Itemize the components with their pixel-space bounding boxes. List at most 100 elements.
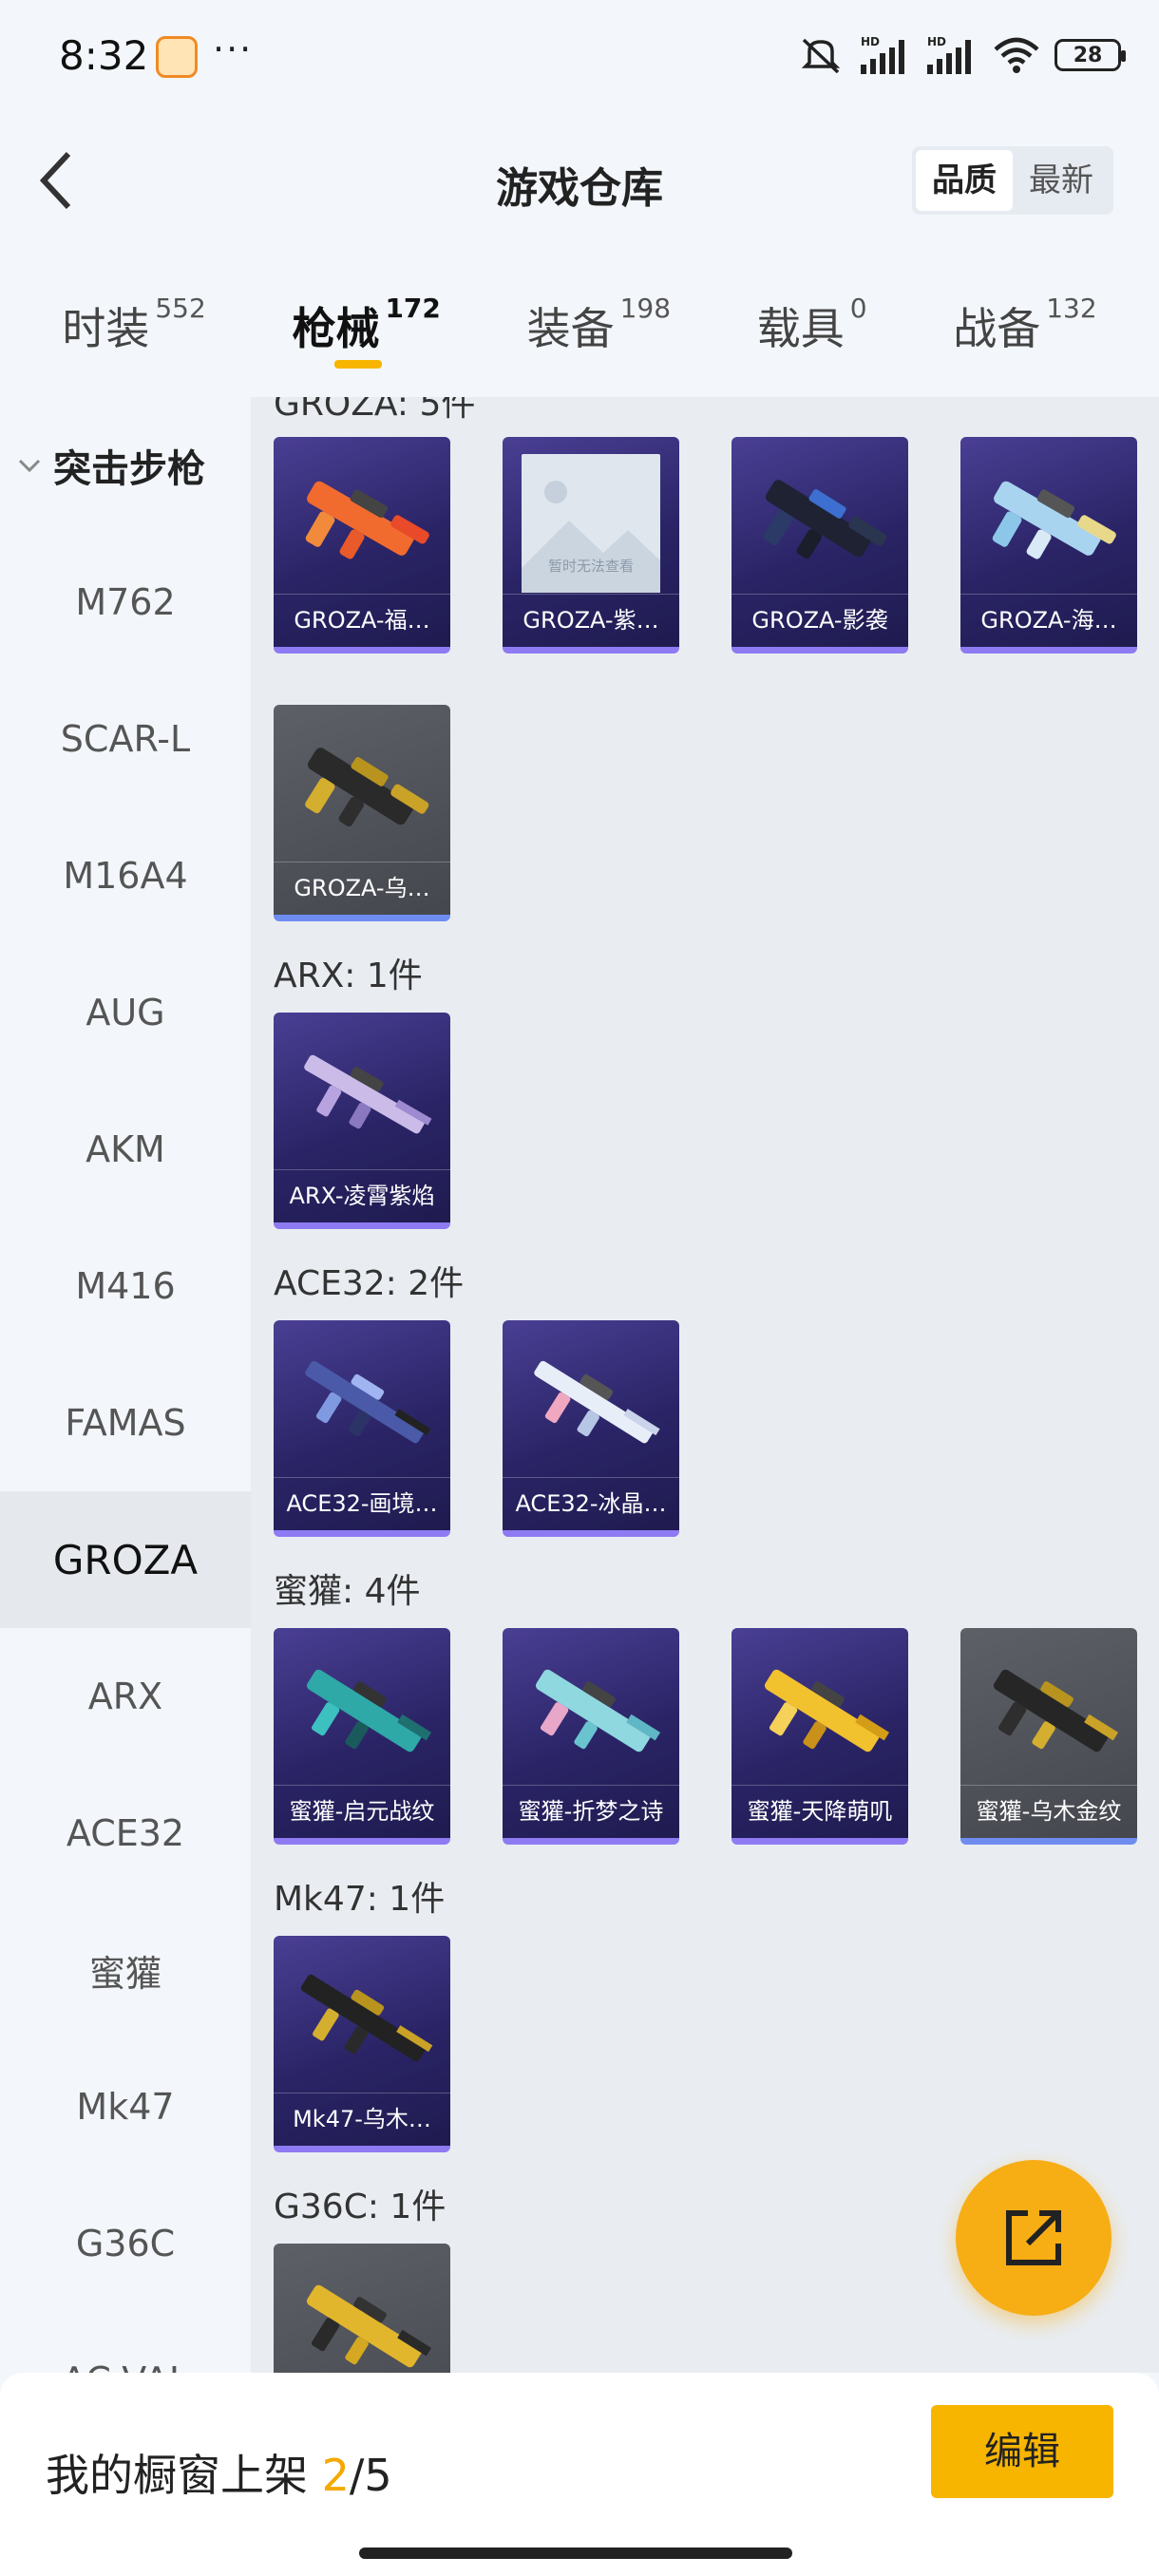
tab-label: 时装 — [62, 303, 150, 354]
group-title: ARX: 1件 — [274, 957, 423, 995]
sidebar-item-m762[interactable]: M762 — [0, 534, 251, 671]
sidebar-item-scar-l[interactable]: SCAR-L — [0, 671, 251, 807]
weapon-image — [306, 1669, 432, 1752]
tab-count: 552 — [155, 293, 206, 324]
item-card[interactable] — [274, 2244, 450, 2373]
item-name: GROZA-福… — [274, 594, 450, 647]
weapon-image — [535, 1669, 661, 1752]
sidebar-category-assault-rifle[interactable]: 突击步枪 — [0, 397, 251, 534]
sidebar-item-ac-val[interactable]: AC-VAL — [0, 2312, 251, 2373]
item-card[interactable]: 蜜獾-折梦之诗 — [503, 1628, 679, 1845]
category-tabs: 时装 552 枪械 172 装备 198 载具 0 战备 132 — [0, 266, 1159, 389]
tab-supplies[interactable]: 战备 132 — [953, 266, 1096, 389]
item-card[interactable]: GROZA-福… — [274, 437, 450, 653]
item-name: 蜜獾-乌木金纹 — [960, 1785, 1137, 1838]
sidebar-item-m416[interactable]: M416 — [0, 1218, 251, 1354]
sidebar-item-arx[interactable]: ARX — [0, 1628, 251, 1765]
tab-count: 0 — [849, 293, 867, 324]
wifi-icon — [994, 37, 1039, 73]
tab-fashion[interactable]: 时装 552 — [62, 266, 205, 389]
weapon-image — [304, 1054, 432, 1134]
sidebar-item-g36c[interactable]: G36C — [0, 2175, 251, 2312]
sidebar-item-mk47[interactable]: Mk47 — [0, 2038, 251, 2175]
header: 游戏仓库 品质 最新 — [0, 114, 1159, 247]
item-card[interactable]: Mk47-乌木… — [274, 1936, 450, 2152]
edit-button[interactable]: 编辑 — [931, 2405, 1113, 2498]
bottom-bar: 我的橱窗上架 2/5 编辑 — [0, 2373, 1159, 2576]
weapon-image — [305, 748, 429, 827]
tab-label: 装备 — [526, 303, 615, 354]
svg-text:HD: HD — [861, 35, 880, 48]
group-title: G36C: 1件 — [274, 2188, 446, 2226]
home-indicator[interactable] — [359, 2548, 792, 2559]
showcase-total-count: 5 — [364, 2450, 392, 2501]
item-card[interactable]: 蜜獾-天降萌叽 — [732, 1628, 908, 1845]
item-name: GROZA-乌… — [274, 862, 450, 915]
item-name: GROZA-紫… — [503, 594, 679, 647]
sort-toggle: 品质 最新 — [912, 146, 1113, 215]
signal-hd-icon: HD — [927, 35, 971, 74]
tab-count: 198 — [619, 293, 672, 324]
app-notification-icon — [156, 36, 198, 78]
weapon-image — [763, 480, 887, 559]
svg-text:HD: HD — [927, 35, 946, 48]
tab-vehicles[interactable]: 载具 0 — [757, 266, 867, 389]
sort-newest-option[interactable]: 最新 — [1013, 150, 1110, 211]
more-notifications-icon: ··· — [213, 28, 254, 70]
showcase-separator: / — [349, 2450, 365, 2501]
sidebar-category-label: 突击步枪 — [53, 447, 205, 491]
weapon-image — [306, 2284, 432, 2368]
item-card[interactable]: GROZA-海… — [960, 437, 1137, 653]
group-title: GROZA: 5件 — [274, 397, 476, 424]
share-button[interactable] — [956, 2160, 1112, 2316]
group-title: 蜜獾: 4件 — [274, 1572, 421, 1611]
sidebar-item-ace32[interactable]: ACE32 — [0, 1765, 251, 1902]
sidebar-item-akm[interactable]: AKM — [0, 1081, 251, 1218]
item-card[interactable]: 蜜獾-乌木金纹 — [960, 1628, 1137, 1845]
showcase-status: 我的橱窗上架 2/5 — [46, 2441, 392, 2504]
chevron-down-icon — [18, 459, 41, 473]
item-card[interactable]: 蜜獾-启元战纹 — [274, 1628, 450, 1845]
tab-equipment[interactable]: 装备 198 — [527, 266, 671, 389]
item-card[interactable]: 暂时无法查看 GROZA-紫… — [503, 437, 679, 653]
sidebar-item-famas[interactable]: FAMAS — [0, 1354, 251, 1491]
item-name: Mk47-乌木… — [274, 2093, 450, 2146]
item-name: 蜜獾-启元战纹 — [274, 1785, 450, 1838]
item-card[interactable]: ACE32-冰晶… — [503, 1320, 679, 1537]
item-name: ACE32-冰晶… — [503, 1477, 679, 1530]
battery-icon: 28 — [1054, 39, 1126, 71]
item-name: 蜜獾-折梦之诗 — [503, 1785, 679, 1838]
group-title: ACE32: 2件 — [274, 1264, 465, 1303]
weapon-image — [305, 1360, 431, 1444]
item-card[interactable]: ARX-凌霄紫焰 — [274, 1013, 450, 1229]
item-card[interactable]: GROZA-乌… — [274, 705, 450, 921]
tab-guns[interactable]: 枪械 172 — [292, 266, 441, 389]
group-title: Mk47: 1件 — [274, 1880, 446, 1919]
tab-label: 战备 — [953, 303, 1041, 354]
item-name: GROZA-海… — [960, 594, 1137, 647]
item-name: ARX-凌霄紫焰 — [274, 1169, 450, 1222]
showcase-label: 我的橱窗上架 — [46, 2450, 308, 2501]
tab-label: 枪械 — [292, 303, 380, 354]
image-placeholder: 暂时无法查看 — [522, 454, 660, 593]
status-time: 8:32 — [59, 32, 149, 79]
sidebar-item-m16a4[interactable]: M16A4 — [0, 807, 251, 944]
weapon-image — [534, 1360, 660, 1444]
item-name: GROZA-影袭 — [732, 594, 908, 647]
sidebar-item-aug[interactable]: AUG — [0, 944, 251, 1081]
sidebar-item-honey-badger[interactable]: 蜜獾 — [0, 1902, 251, 2038]
weapon-image — [305, 481, 429, 559]
active-tab-indicator — [333, 360, 382, 369]
share-external-icon — [1006, 2210, 1061, 2265]
item-name: 蜜獾-天降萌叽 — [732, 1785, 908, 1838]
status-bar: 8:32 ··· HD HD 28 — [0, 0, 1159, 114]
weapon-image — [993, 1669, 1119, 1752]
sidebar-item-groza[interactable]: GROZA — [0, 1491, 251, 1628]
item-card[interactable]: ACE32-画境… — [274, 1320, 450, 1537]
weapon-sidebar: 突击步枪 M762 SCAR-L M16A4 AUG AKM M416 FAMA… — [0, 397, 251, 2373]
item-card[interactable]: GROZA-影袭 — [732, 437, 908, 653]
signal-hd-icon: HD — [861, 35, 904, 74]
showcase-current-count: 2 — [321, 2450, 350, 2501]
weapon-image — [764, 1669, 890, 1752]
sort-quality-option[interactable]: 品质 — [916, 150, 1013, 211]
